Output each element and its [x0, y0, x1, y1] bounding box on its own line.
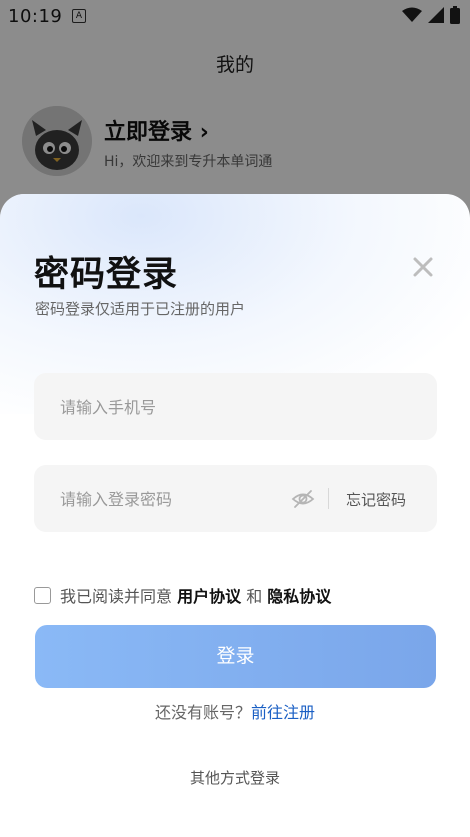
- privacy-policy-link[interactable]: 隐私协议: [267, 583, 331, 607]
- login-sheet: 密码登录 密码登录仅适用于已注册的用户 忘记密码 我已阅读并同意 用户协议 和 …: [0, 194, 470, 837]
- close-icon[interactable]: [412, 256, 434, 278]
- agreement-row: 我已阅读并同意 用户协议 和 隐私协议: [34, 584, 331, 606]
- agreement-prefix: 我已阅读并同意: [60, 587, 178, 606]
- phone-input[interactable]: [58, 373, 412, 442]
- eye-off-icon[interactable]: [291, 487, 315, 511]
- other-login-link[interactable]: 其他方式登录: [0, 767, 470, 788]
- phone-field: [34, 373, 437, 442]
- password-input[interactable]: [58, 465, 272, 534]
- user-agreement-link[interactable]: 用户协议: [177, 583, 241, 607]
- register-prompt: 还没有账号？: [154, 703, 251, 722]
- register-link[interactable]: 前往注册: [251, 703, 315, 722]
- login-button[interactable]: 登录: [35, 625, 436, 688]
- sheet-subtitle: 密码登录仅适用于已注册的用户: [35, 300, 246, 318]
- sheet-title: 密码登录: [34, 255, 179, 295]
- forgot-password-link[interactable]: 忘记密码: [346, 489, 406, 510]
- agreement-checkbox[interactable]: [34, 586, 51, 604]
- agreement-and: 和: [241, 587, 268, 606]
- password-field: 忘记密码: [34, 465, 437, 534]
- register-row: 还没有账号？前往注册: [0, 699, 470, 723]
- field-divider: [328, 488, 329, 509]
